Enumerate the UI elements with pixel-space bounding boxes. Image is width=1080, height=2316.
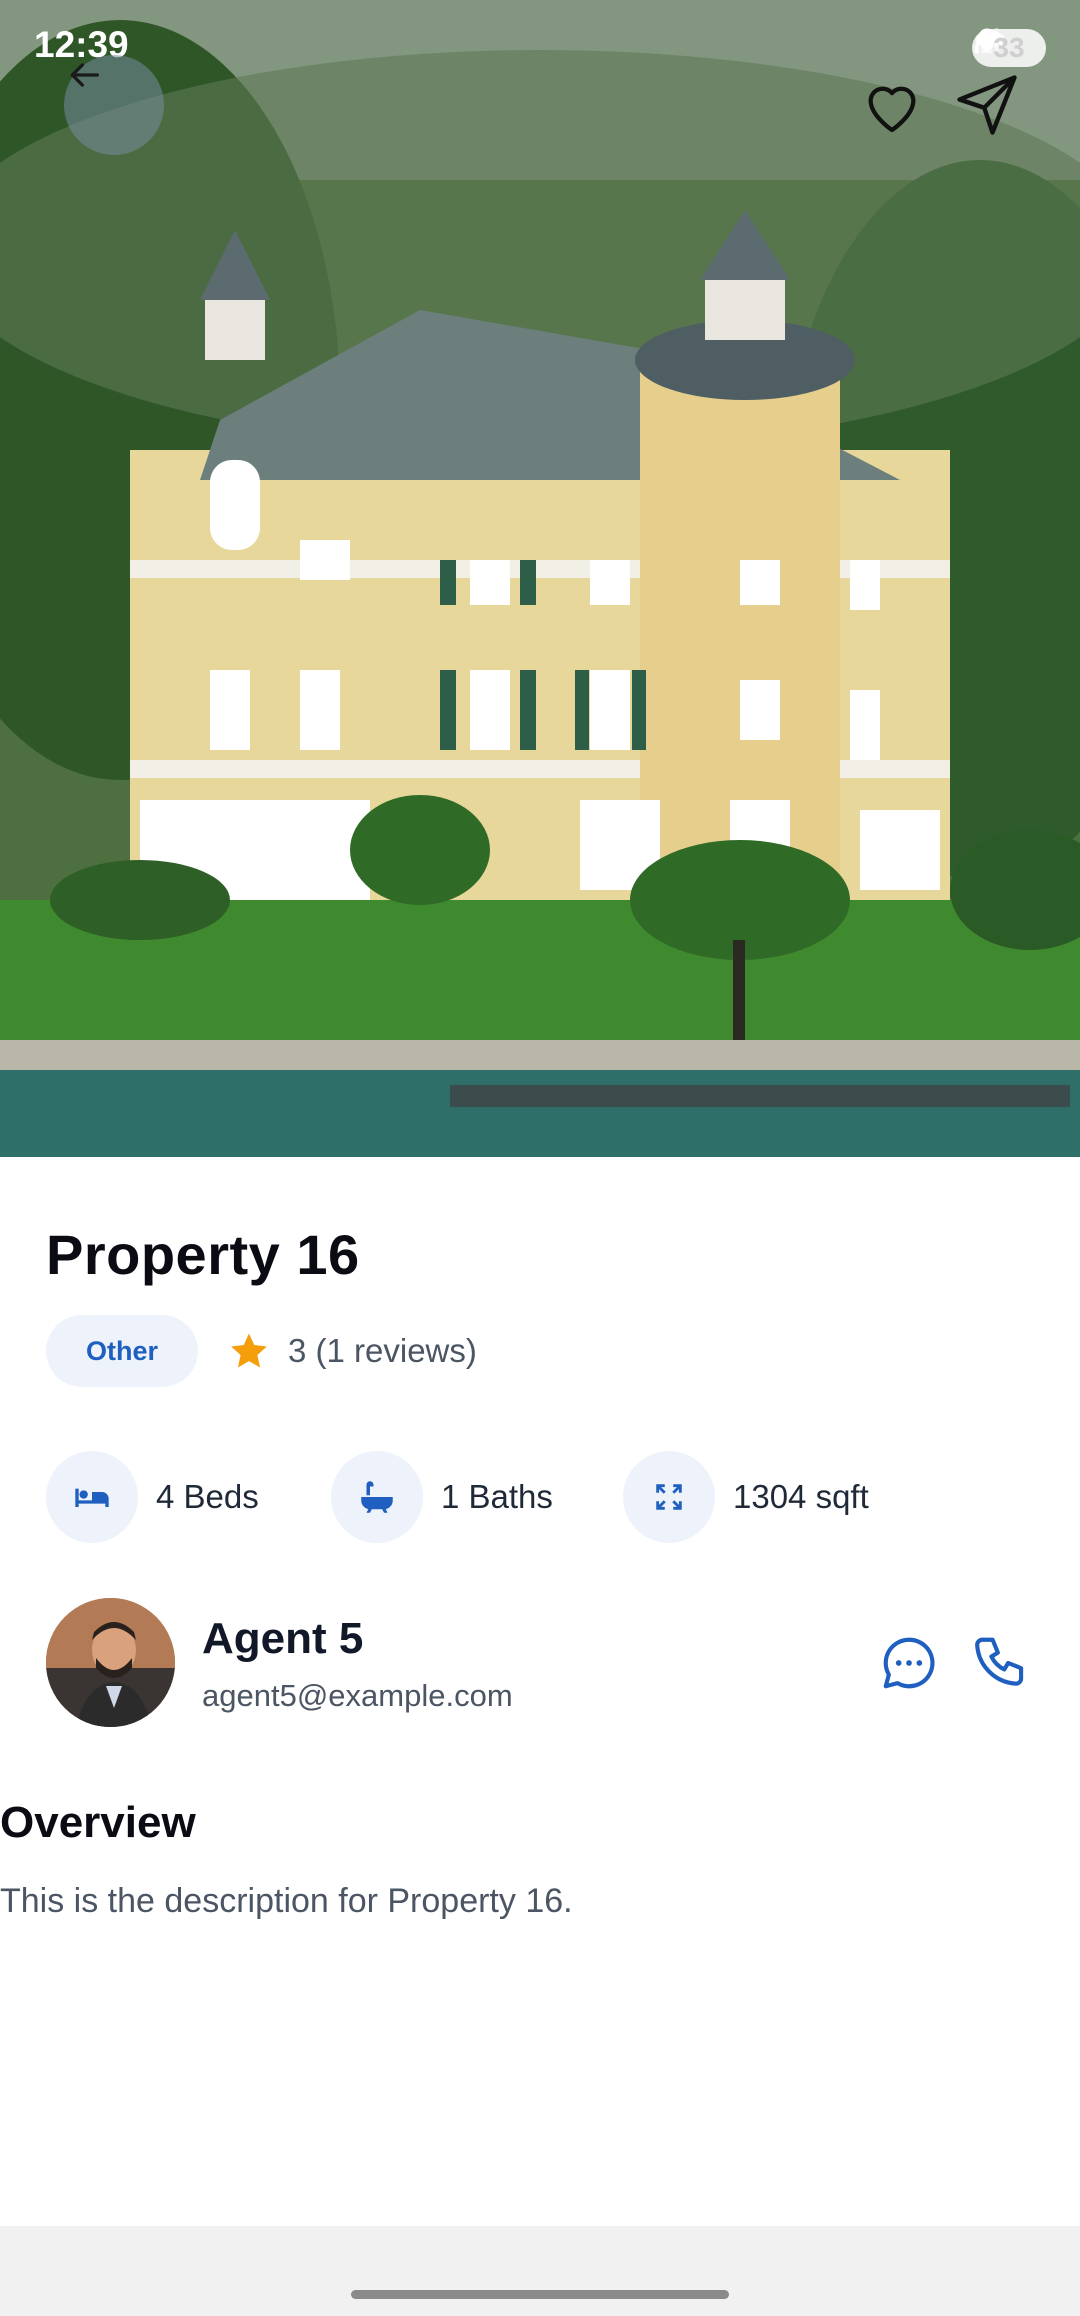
status-icons: 33 bbox=[972, 24, 1046, 72]
chat-icon bbox=[883, 1637, 935, 1689]
agent-name: Agent 5 bbox=[202, 1614, 364, 1663]
battery-icon: 33 bbox=[972, 29, 1046, 67]
home-indicator[interactable] bbox=[351, 2290, 729, 2299]
back-button[interactable] bbox=[64, 55, 164, 155]
bed-icon bbox=[46, 1451, 138, 1543]
battery-level: 33 bbox=[993, 32, 1025, 63]
category-tag[interactable]: Other bbox=[46, 1315, 198, 1387]
system-navigation-bar bbox=[0, 2226, 1080, 2316]
feature-baths-label: 1 Baths bbox=[441, 1478, 553, 1515]
agent-email: agent5@example.com bbox=[202, 1678, 513, 1713]
overview-heading: Overview bbox=[0, 1798, 196, 1847]
bathtub-icon bbox=[331, 1451, 423, 1543]
rating: 3 (1 reviews) bbox=[228, 1330, 477, 1372]
phone-icon bbox=[975, 1637, 1024, 1686]
property-title: Property 16 bbox=[46, 1223, 360, 1286]
overview-description: This is the description for Property 16. bbox=[0, 1882, 573, 1920]
agent-avatar[interactable] bbox=[46, 1598, 175, 1727]
feature-area: 1304 sqft bbox=[623, 1451, 869, 1543]
feature-beds-label: 4 Beds bbox=[156, 1478, 259, 1515]
star-icon bbox=[231, 1333, 267, 1368]
share-send-icon bbox=[957, 75, 1017, 135]
chat-button[interactable] bbox=[878, 1632, 940, 1694]
feature-beds: 4 Beds bbox=[46, 1451, 259, 1543]
rating-text: 3 (1 reviews) bbox=[288, 1332, 477, 1369]
feature-area-label: 1304 sqft bbox=[733, 1478, 869, 1515]
feature-baths: 1 Baths bbox=[331, 1451, 553, 1543]
favorite-button[interactable] bbox=[858, 74, 926, 138]
back-arrow-icon bbox=[70, 63, 100, 87]
property-image: 12:39 33 bbox=[0, 0, 1080, 1157]
heart-icon bbox=[868, 86, 916, 133]
call-button[interactable] bbox=[972, 1632, 1034, 1694]
share-button[interactable] bbox=[952, 72, 1022, 138]
expand-icon bbox=[623, 1451, 715, 1543]
